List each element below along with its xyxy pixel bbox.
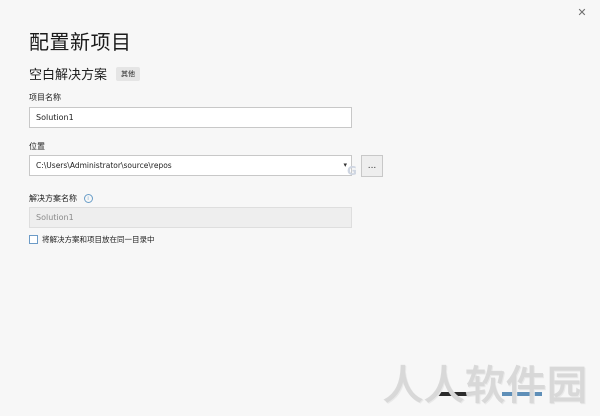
watermark-logo: 人人软件园: [383, 363, 588, 409]
solution-name-label-row: 解决方案名称 i: [29, 193, 93, 204]
same-directory-label[interactable]: 将解决方案和项目放在同一目录中: [42, 234, 155, 245]
location-combobox[interactable]: C:\Users\Administrator\source\repos ▾: [29, 155, 352, 176]
solution-name-input: Solution1: [29, 207, 352, 228]
browse-button[interactable]: ...: [361, 155, 383, 177]
same-directory-option[interactable]: 将解决方案和项目放在同一目录中: [29, 234, 155, 245]
close-icon[interactable]: ✕: [574, 4, 590, 20]
template-name: 空白解决方案: [29, 68, 108, 83]
configure-project-dialog: ✕ 配置新项目 空白解决方案 其他 项目名称 Solution1 位置 C:\U…: [0, 0, 600, 416]
project-name-label: 项目名称: [29, 93, 61, 102]
template-info: 空白解决方案 其他: [29, 64, 141, 83]
project-name-input[interactable]: Solution1: [29, 107, 352, 128]
template-tag-badge: 其他: [116, 66, 141, 81]
same-directory-checkbox[interactable]: [29, 235, 38, 244]
solution-name-label: 解决方案名称: [29, 194, 77, 203]
info-icon[interactable]: i: [83, 194, 93, 203]
location-value: C:\Users\Administrator\source\repos: [36, 161, 172, 170]
page-title: 配置新项目: [29, 30, 132, 54]
location-label: 位置: [29, 142, 45, 151]
faint-overlay-mark: G: [347, 164, 357, 178]
